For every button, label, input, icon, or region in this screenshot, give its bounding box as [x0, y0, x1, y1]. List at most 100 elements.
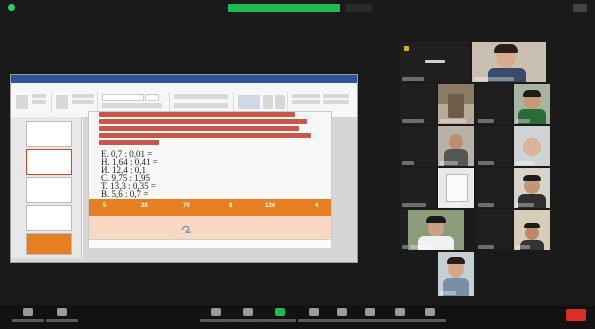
- participant-tile[interactable]: [476, 84, 512, 124]
- participant-tile[interactable]: [514, 126, 550, 166]
- share-screen-icon: [275, 308, 285, 316]
- list-buttons[interactable]: [174, 94, 228, 99]
- slides-thumbnail-panel: [11, 117, 82, 258]
- font-format-buttons[interactable]: [102, 103, 162, 108]
- share-screen-button[interactable]: [264, 308, 296, 326]
- answer-cell: 38: [141, 203, 148, 209]
- participant-tile[interactable]: [400, 42, 470, 82]
- participant-name: [516, 203, 534, 207]
- participant-tile[interactable]: [514, 84, 550, 124]
- chat-label: [232, 319, 264, 322]
- participants-button[interactable]: [200, 308, 232, 326]
- quick-styles-icon[interactable]: [275, 95, 285, 109]
- end-meeting-button[interactable]: [566, 309, 586, 321]
- participant-tile[interactable]: [472, 42, 546, 82]
- screen-share-banner[interactable]: [228, 4, 340, 12]
- shield-icon[interactable]: [8, 4, 15, 11]
- participant-tile[interactable]: [476, 168, 512, 208]
- current-slide[interactable]: Е. 0,7 : 0,01 = Н. 1,64 : 0,41 = И. 12,4…: [88, 111, 332, 241]
- font-name-select[interactable]: [102, 94, 144, 101]
- gallery-view-icon[interactable]: [573, 4, 587, 12]
- slide-thumbnail[interactable]: [26, 233, 72, 255]
- share-screen-label: [264, 319, 296, 322]
- mute-button[interactable]: [12, 308, 44, 326]
- participant-name: [402, 119, 424, 123]
- apps-button[interactable]: [354, 308, 386, 326]
- shape-outline-button[interactable]: [292, 100, 320, 104]
- participant-tile[interactable]: [438, 126, 474, 166]
- participant-name: [440, 119, 466, 123]
- participant-tile[interactable]: [438, 168, 474, 208]
- participant-name: [474, 77, 514, 81]
- reactions-button[interactable]: [326, 308, 358, 326]
- participant-tile[interactable]: [514, 210, 550, 250]
- participant-tile[interactable]: [408, 210, 464, 250]
- video-button[interactable]: [46, 308, 78, 326]
- apps-icon: [365, 308, 375, 316]
- answer-cell: 5: [103, 203, 107, 209]
- arrange-icon[interactable]: [263, 95, 273, 109]
- slide-thumbnail[interactable]: [26, 177, 72, 203]
- new-slide-icon[interactable]: [56, 95, 68, 109]
- reactions-icon: [337, 308, 347, 316]
- whiteboard-icon: [395, 308, 405, 316]
- participant-name: [516, 161, 534, 165]
- participant-tile[interactable]: [438, 252, 474, 296]
- equation-6: В. 5,6 : 0,7 =: [101, 189, 149, 199]
- participant-name: [516, 245, 530, 249]
- participant-tile[interactable]: [400, 126, 436, 166]
- camera-icon: [57, 308, 67, 316]
- shapes-gallery[interactable]: [238, 95, 260, 109]
- answer-cell: 8: [229, 203, 233, 209]
- view-options-button[interactable]: [346, 4, 372, 12]
- participant-name: [402, 77, 424, 81]
- ppt-title-bar: [11, 75, 357, 83]
- participant-name: [410, 245, 434, 249]
- participant-tile[interactable]: [438, 84, 474, 124]
- mute-label: [12, 319, 44, 322]
- ribbon-group-paragraph: [171, 92, 234, 113]
- notes-button[interactable]: [414, 308, 446, 326]
- speaker-notes-field[interactable]: [88, 239, 332, 249]
- participant-name: [440, 203, 462, 207]
- slide-thumbnail[interactable]: [26, 205, 72, 231]
- record-button[interactable]: [298, 308, 330, 326]
- copy-icon[interactable]: [32, 100, 46, 104]
- paste-icon[interactable]: [16, 95, 28, 109]
- participant-tile[interactable]: [514, 168, 550, 208]
- answer-cell: 70: [183, 203, 190, 209]
- find-button[interactable]: [323, 94, 349, 98]
- cut-icon[interactable]: [32, 94, 46, 98]
- annotation-pen-icon: [181, 225, 192, 233]
- chat-button[interactable]: [232, 308, 264, 326]
- participant-tile[interactable]: [476, 126, 512, 166]
- apps-label: [354, 319, 386, 322]
- font-size-select[interactable]: [145, 94, 159, 101]
- ribbon-group-font: [99, 92, 170, 113]
- replace-button[interactable]: [323, 100, 349, 104]
- slide-instruction-text: [99, 112, 319, 148]
- shape-fill-button[interactable]: [292, 94, 320, 98]
- slide-thumbnail-selected[interactable]: [26, 149, 72, 175]
- align-buttons[interactable]: [174, 103, 228, 108]
- participant-tile[interactable]: [400, 168, 436, 208]
- whiteboard-button[interactable]: [384, 308, 416, 326]
- record-icon: [309, 308, 319, 316]
- thumb-number: [15, 123, 23, 129]
- participants-label: [200, 319, 232, 322]
- participant-name: [440, 291, 456, 295]
- answer-cell: 4: [315, 203, 319, 209]
- meeting-toolbar: [0, 305, 595, 329]
- ppt-status-bar: [11, 258, 357, 262]
- ribbon-group-slides: [53, 92, 98, 113]
- layout-button[interactable]: [72, 94, 94, 98]
- participant-name: [478, 245, 494, 249]
- participant-tile[interactable]: [476, 210, 512, 250]
- participant-name: [402, 161, 414, 165]
- participant-tile[interactable]: [400, 84, 436, 124]
- participant-name-large: [425, 60, 445, 63]
- reset-button[interactable]: [72, 100, 94, 104]
- slide-thumbnail[interactable]: [26, 121, 72, 147]
- participant-name: [440, 161, 458, 165]
- ribbon-group-editing: [289, 92, 353, 113]
